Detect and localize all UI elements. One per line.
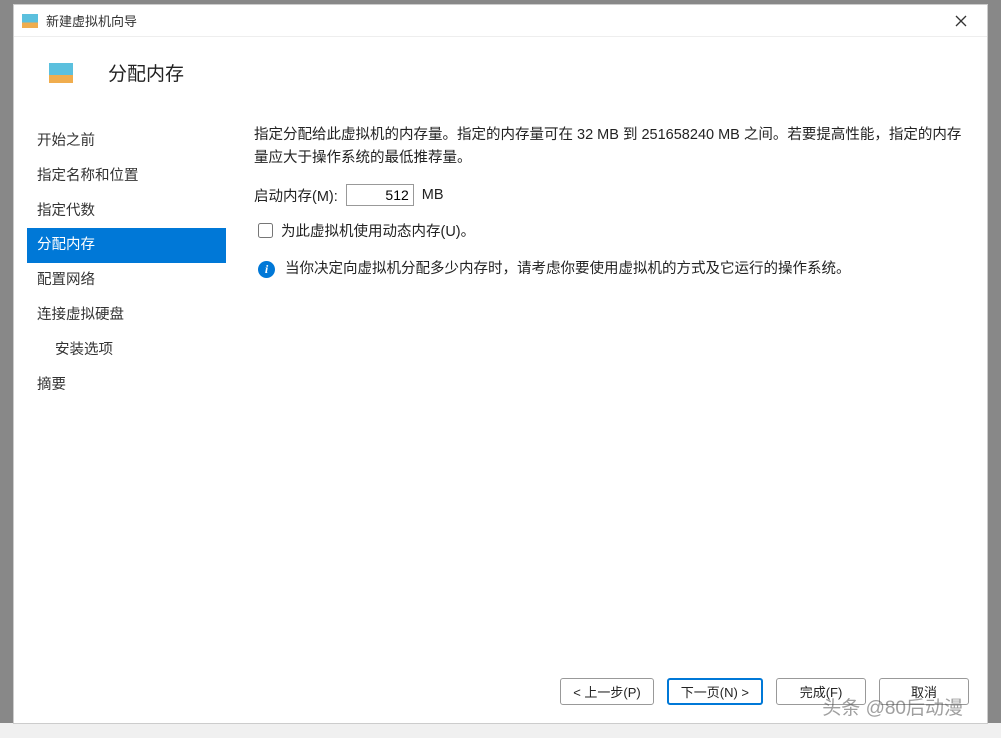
cancel-button[interactable]: 取消 xyxy=(879,678,969,705)
info-row: i 当你决定向虚拟机分配多少内存时，请考虑你要使用虚拟机的方式及它运行的操作系统… xyxy=(258,259,963,281)
finish-button[interactable]: 完成(F) xyxy=(776,678,866,705)
dynamic-memory-row: 为此虚拟机使用动态内存(U)。 xyxy=(258,220,963,241)
page-title: 分配内存 xyxy=(108,59,184,86)
vm-header-icon xyxy=(49,63,73,83)
header-section: 分配内存 xyxy=(14,37,987,104)
memory-label: 启动内存(M): xyxy=(254,185,338,206)
content-wrap: 开始之前 指定名称和位置 指定代数 分配内存 配置网络 连接虚拟硬盘 安装选项 … xyxy=(14,104,987,666)
sidebar-item-before-begin[interactable]: 开始之前 xyxy=(27,124,226,159)
sidebar-item-generation[interactable]: 指定代数 xyxy=(27,194,226,229)
button-bar: < 上一步(P) 下一页(N) > 完成(F) 取消 xyxy=(14,666,987,723)
dynamic-memory-label: 为此虚拟机使用动态内存(U)。 xyxy=(281,220,475,241)
wizard-dialog: 新建虚拟机向导 分配内存 开始之前 指定名称和位置 指定代数 分配内存 配置网络… xyxy=(13,4,988,724)
close-button[interactable] xyxy=(943,7,979,35)
startup-memory-input[interactable] xyxy=(346,184,414,206)
window-title: 新建虚拟机向导 xyxy=(46,11,943,30)
sidebar-item-install-options[interactable]: 安装选项 xyxy=(27,333,226,368)
sidebar-item-virtual-disk[interactable]: 连接虚拟硬盘 xyxy=(27,298,226,333)
memory-description: 指定分配给此虚拟机的内存量。指定的内存量可在 32 MB 到 251658240… xyxy=(254,124,963,170)
sidebar-item-assign-memory[interactable]: 分配内存 xyxy=(27,228,226,263)
wizard-steps-sidebar: 开始之前 指定名称和位置 指定代数 分配内存 配置网络 连接虚拟硬盘 安装选项 … xyxy=(14,124,226,666)
main-content: 指定分配给此虚拟机的内存量。指定的内存量可在 32 MB 到 251658240… xyxy=(226,124,987,666)
vm-icon xyxy=(22,14,38,28)
dynamic-memory-checkbox[interactable] xyxy=(258,223,273,238)
sidebar-item-name-location[interactable]: 指定名称和位置 xyxy=(27,159,226,194)
sidebar-item-summary[interactable]: 摘要 xyxy=(27,368,226,403)
info-icon: i xyxy=(258,261,275,278)
previous-button[interactable]: < 上一步(P) xyxy=(560,678,654,705)
sidebar-item-config-network[interactable]: 配置网络 xyxy=(27,263,226,298)
memory-unit: MB xyxy=(422,187,444,203)
memory-input-row: 启动内存(M): MB xyxy=(254,184,963,206)
titlebar: 新建虚拟机向导 xyxy=(14,5,987,37)
info-text: 当你决定向虚拟机分配多少内存时，请考虑你要使用虚拟机的方式及它运行的操作系统。 xyxy=(285,259,851,281)
next-button[interactable]: 下一页(N) > xyxy=(667,678,763,705)
